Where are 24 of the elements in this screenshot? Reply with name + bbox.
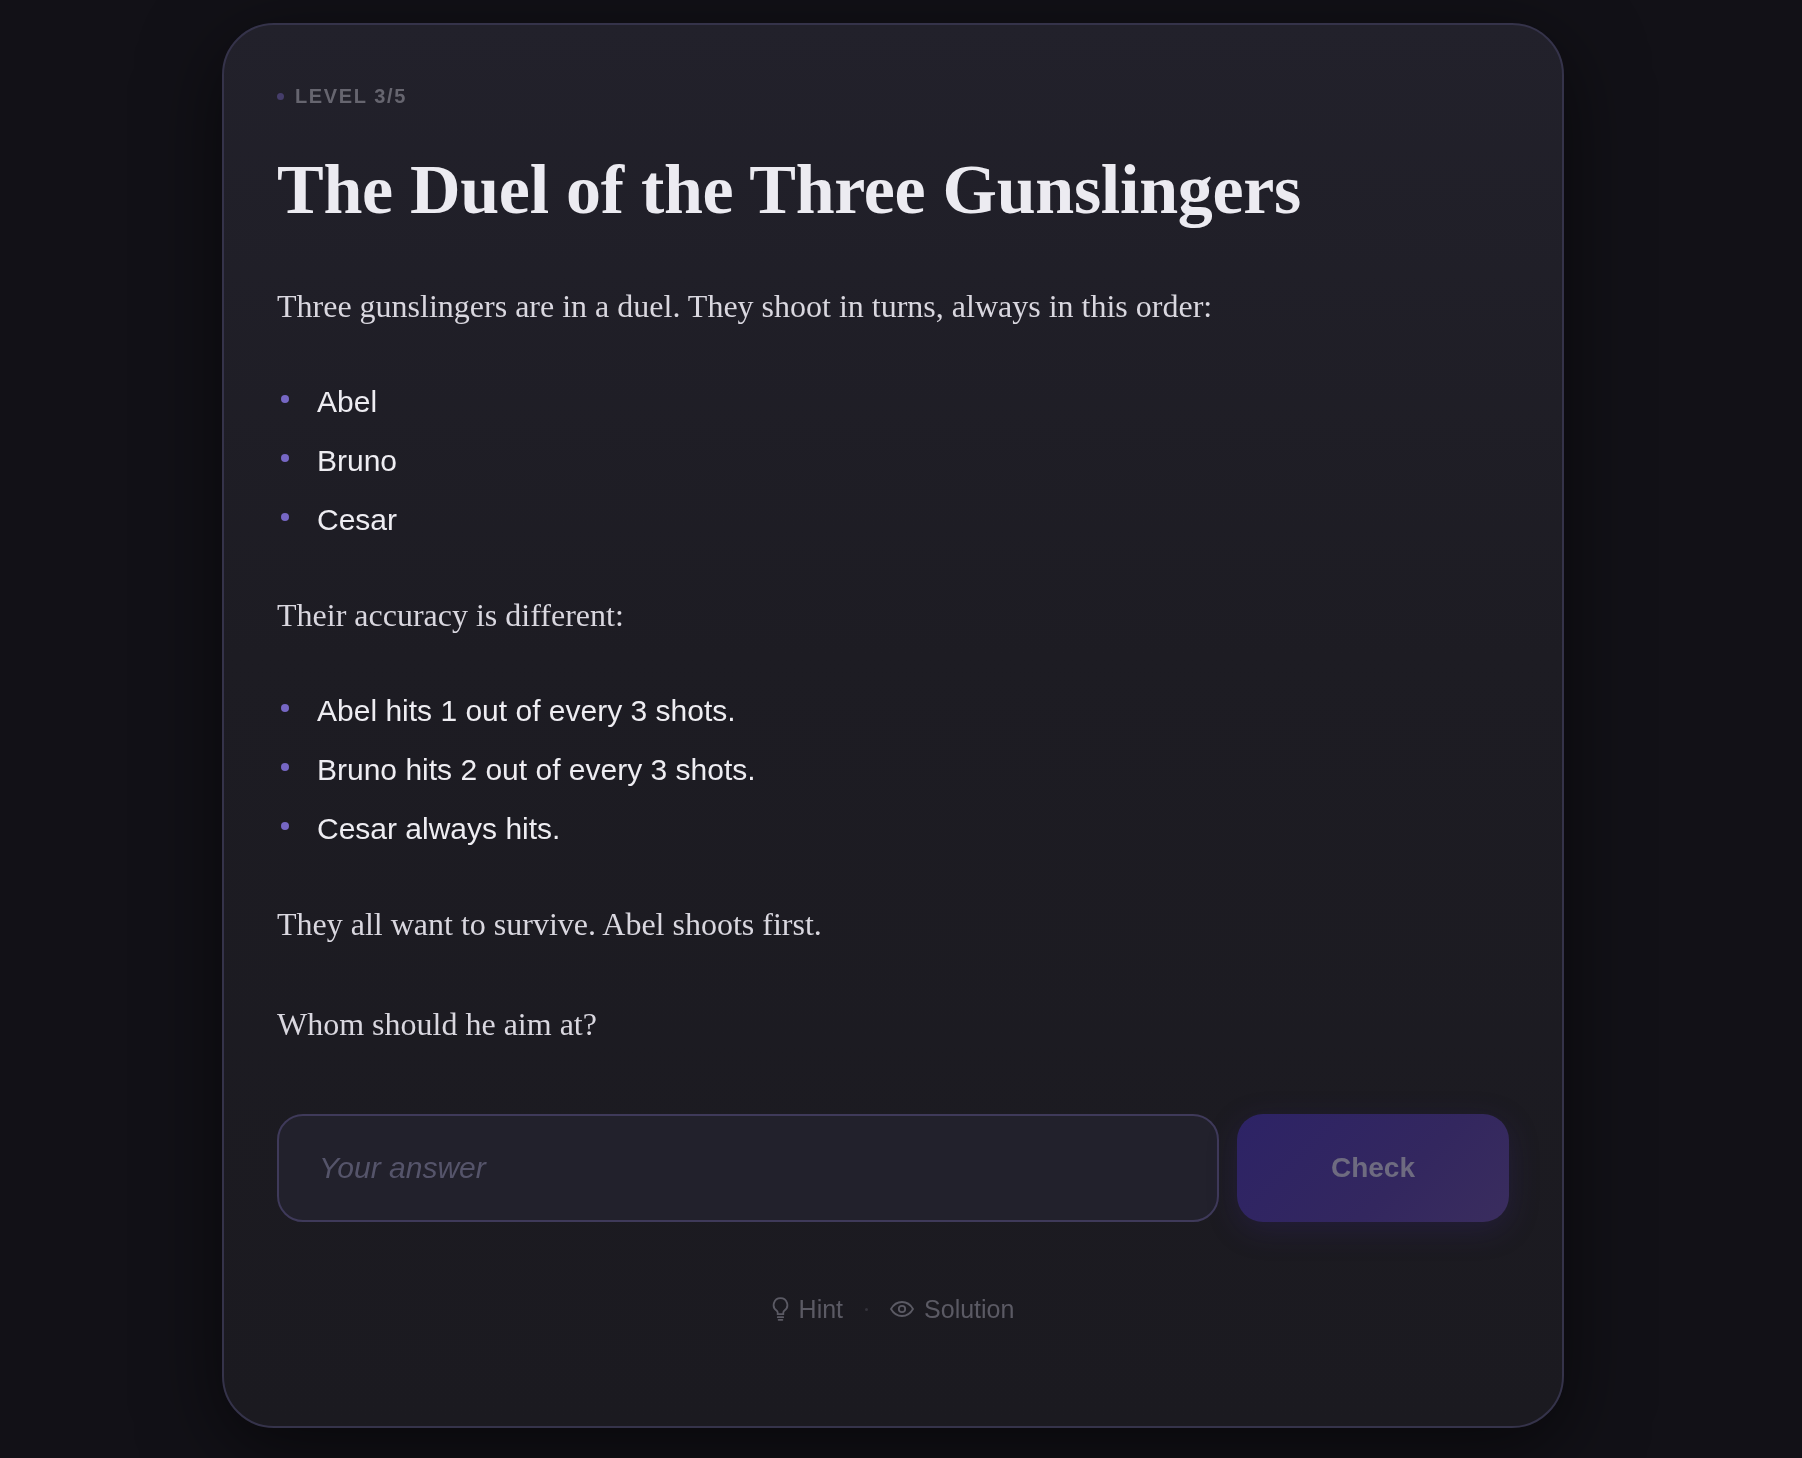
eye-icon	[890, 1301, 915, 1317]
list-item: Cesar always hits.	[317, 810, 561, 847]
bullet-icon	[281, 821, 289, 830]
list-item: Abel	[317, 383, 378, 420]
dot-icon	[277, 92, 284, 100]
solution-link[interactable]: Solution	[890, 1294, 1015, 1324]
paragraph: Their accuracy is different:	[277, 596, 625, 635]
bullet-icon	[281, 762, 289, 771]
level-label: LEVEL 3/5	[295, 84, 407, 108]
list-item: Bruno hits 2 out of every 3 shots.	[317, 751, 756, 788]
lightbulb-icon	[771, 1297, 789, 1321]
list-item: Cesar	[317, 501, 398, 538]
hint-link[interactable]: Hint	[771, 1294, 844, 1324]
list-item: Bruno	[317, 442, 398, 479]
puzzle-title: The Duel of the Three Gunslingers	[277, 150, 1302, 230]
question-text: Whom should he aim at?	[277, 1005, 598, 1044]
bullet-icon	[281, 394, 289, 403]
list-item: Abel hits 1 out of every 3 shots.	[317, 692, 736, 729]
paragraph: They all want to survive. Abel shoots first.	[277, 905, 823, 944]
bullet-icon	[281, 512, 289, 521]
answer-field[interactable]: Your answer	[277, 1114, 1219, 1222]
bullet-icon	[281, 453, 289, 462]
bullet-icon	[281, 703, 289, 712]
paragraph: Three gunslingers are in a duel. They shoot in turns, always in this order:	[277, 287, 1214, 326]
